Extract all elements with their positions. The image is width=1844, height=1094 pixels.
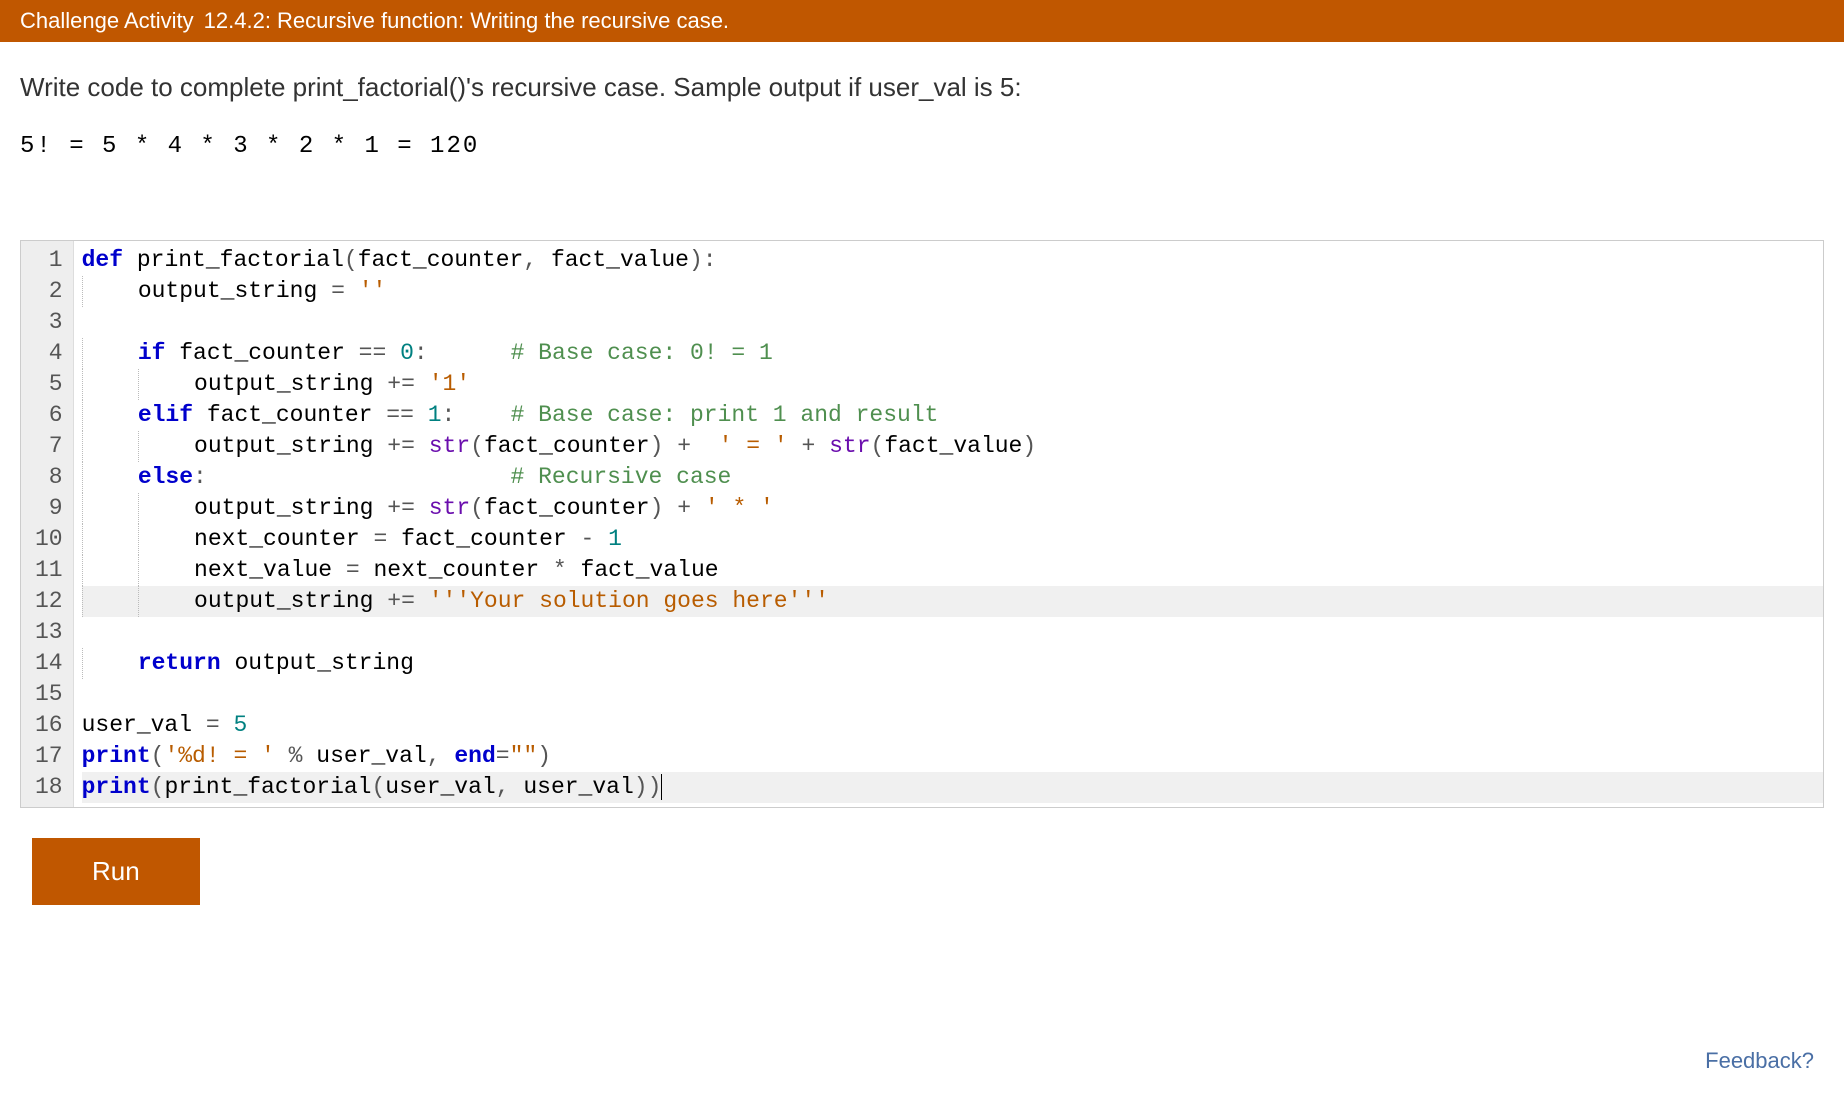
line-number: 3 xyxy=(35,307,63,338)
line-number: 10 xyxy=(35,524,63,555)
code-area[interactable]: def print_factorial(fact_counter, fact_v… xyxy=(74,241,1823,807)
code-line[interactable]: output_string = '' xyxy=(82,276,1823,307)
run-button[interactable]: Run xyxy=(32,838,200,905)
line-number: 11 xyxy=(35,555,63,586)
code-line[interactable] xyxy=(82,617,1823,648)
code-line[interactable]: output_string += str(fact_counter) + ' *… xyxy=(82,493,1823,524)
code-line[interactable]: def print_factorial(fact_counter, fact_v… xyxy=(82,245,1823,276)
challenge-title: 12.4.2: Recursive function: Writing the … xyxy=(204,8,729,34)
code-line[interactable]: user_val = 5 xyxy=(82,710,1823,741)
line-number: 14 xyxy=(35,648,63,679)
code-line[interactable]: output_string += '''Your solution goes h… xyxy=(82,586,1823,617)
code-line[interactable]: output_string += str(fact_counter) + ' =… xyxy=(82,431,1823,462)
feedback-link[interactable]: Feedback? xyxy=(1705,1048,1814,1074)
code-line[interactable]: next_counter = fact_counter - 1 xyxy=(82,524,1823,555)
challenge-label: Challenge Activity xyxy=(20,8,194,34)
prompt-section: Write code to complete print_factorial()… xyxy=(0,42,1844,220)
line-number: 12 xyxy=(35,586,63,617)
line-number: 5 xyxy=(35,369,63,400)
line-number: 17 xyxy=(35,741,63,772)
code-line[interactable]: next_value = next_counter * fact_value xyxy=(82,555,1823,586)
line-number: 18 xyxy=(35,772,63,803)
line-number: 1 xyxy=(35,245,63,276)
code-line[interactable]: output_string += '1' xyxy=(82,369,1823,400)
line-number: 8 xyxy=(35,462,63,493)
code-editor[interactable]: 123456789101112131415161718 def print_fa… xyxy=(20,240,1824,808)
cursor xyxy=(661,774,662,800)
code-line[interactable]: print('%d! = ' % user_val, end="") xyxy=(82,741,1823,772)
code-line[interactable]: elif fact_counter == 1: # Base case: pri… xyxy=(82,400,1823,431)
code-line[interactable]: if fact_counter == 0: # Base case: 0! = … xyxy=(82,338,1823,369)
line-number: 4 xyxy=(35,338,63,369)
code-line[interactable] xyxy=(82,679,1823,710)
line-number: 13 xyxy=(35,617,63,648)
line-number: 6 xyxy=(35,400,63,431)
line-number: 7 xyxy=(35,431,63,462)
line-number: 15 xyxy=(35,679,63,710)
code-line[interactable]: else: # Recursive case xyxy=(82,462,1823,493)
prompt-text: Write code to complete print_factorial()… xyxy=(20,72,1824,103)
challenge-header: Challenge Activity 12.4.2: Recursive fun… xyxy=(0,0,1844,42)
sample-output: 5! = 5 * 4 * 3 * 2 * 1 = 120 xyxy=(20,133,1824,160)
line-number: 16 xyxy=(35,710,63,741)
code-line[interactable]: print(print_factorial(user_val, user_val… xyxy=(82,772,1823,803)
code-line[interactable]: return output_string xyxy=(82,648,1823,679)
line-number: 2 xyxy=(35,276,63,307)
line-number-gutter: 123456789101112131415161718 xyxy=(21,241,74,807)
line-number: 9 xyxy=(35,493,63,524)
code-line[interactable] xyxy=(82,307,1823,338)
